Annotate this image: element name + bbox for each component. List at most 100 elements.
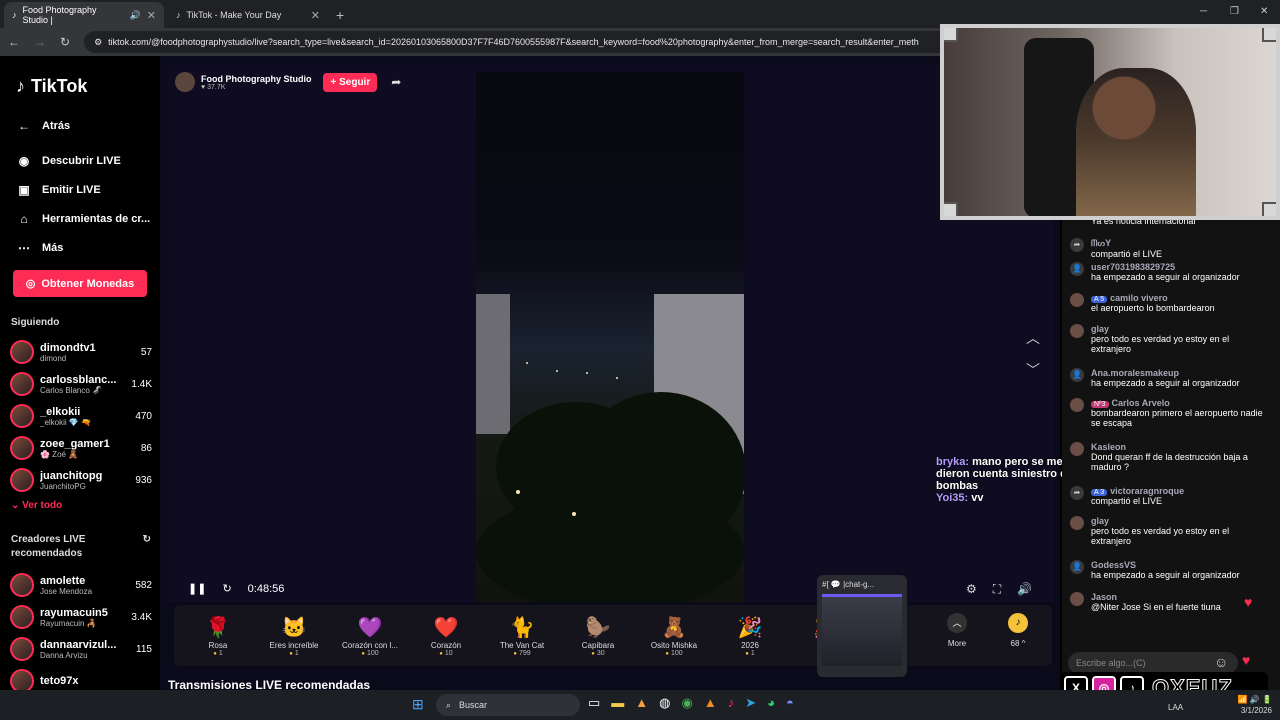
- get-coins-button[interactable]: ◎ Obtener Monedas: [13, 270, 147, 297]
- chevron-down-icon[interactable]: ﹀: [1026, 360, 1040, 380]
- tiktok-app-icon[interactable]: ♪: [728, 695, 735, 711]
- chat-message[interactable]: ➦ A 3 victoraragnroque compartió el LIVE: [1070, 486, 1266, 506]
- chat-message[interactable]: 👤 user7031983829725 ha empezado a seguir a…: [1070, 262, 1266, 282]
- gift-item[interactable]: 🎉20261: [712, 615, 788, 657]
- creator-item[interactable]: rayumacuin5 Rayumacuin 🦂 3.4K: [10, 601, 152, 633]
- nav-go-live[interactable]: ▣ Emitir LIVE: [10, 175, 152, 204]
- reload-icon[interactable]: ↻: [60, 35, 70, 49]
- chat-message[interactable]: glay pero todo es verdad yo estoy en el e…: [1070, 516, 1266, 546]
- creator-item[interactable]: _elkokii _elkokii 💎 🔫 470: [10, 400, 152, 432]
- creator-item[interactable]: dannaarvizul... Danna Arvizu 115: [10, 633, 152, 665]
- chevron-up-icon[interactable]: ︿: [1026, 328, 1040, 348]
- coin-balance[interactable]: ♪ 68 ^: [1008, 613, 1028, 648]
- follow-button[interactable]: + Seguir: [323, 72, 378, 92]
- task-view-icon[interactable]: ▭: [588, 695, 600, 711]
- creator-item[interactable]: dimondtv1 dimond 57: [10, 336, 152, 368]
- refresh-icon[interactable]: ↻: [222, 582, 231, 595]
- chat-message[interactable]: Kasleon Dond queran ff de la destrucción …: [1070, 442, 1266, 472]
- chat-message[interactable]: 👤 Ana.moralesmakeup ha empezado a seguir a…: [1070, 368, 1266, 388]
- system-tray[interactable]: 📶 🔊 🔋 3/1/2026: [1238, 694, 1272, 716]
- back-arrow-icon[interactable]: ←: [8, 35, 20, 49]
- tiktok-logo[interactable]: ♪ TikTok: [16, 76, 152, 97]
- creator-item[interactable]: carlossblanc... Carlos Blanco 🦨 1.4K: [10, 368, 152, 400]
- nav-discover-live[interactable]: ◉ Descubrir LIVE: [10, 146, 152, 175]
- recommended-title: Creadores LIVE recomendados: [11, 534, 86, 559]
- refresh-icon[interactable]: ↻: [143, 533, 151, 561]
- creator-item[interactable]: teto97x: [10, 665, 152, 690]
- app-icon[interactable]: ▲: [635, 695, 648, 711]
- gift-cost: 1: [180, 650, 256, 657]
- whatsapp-icon[interactable]: ◕: [767, 695, 775, 711]
- host-name[interactable]: Food Photography Studio: [201, 74, 311, 84]
- live-video[interactable]: [476, 72, 744, 602]
- chat-message[interactable]: glay pero todo es verdad yo estoy en el e…: [1070, 324, 1266, 354]
- chat-message[interactable]: Nº3 Carlos Arvelo bombardearon primero el …: [1070, 398, 1266, 428]
- viewer-count: 470: [135, 410, 152, 422]
- chat-user: Kasleon: [1091, 442, 1127, 452]
- emoji-icon[interactable]: ☺: [1214, 654, 1228, 670]
- coins-label: Obtener Monedas: [41, 277, 135, 290]
- nav-creator-tools[interactable]: ⌂ Herramientas de cr...: [10, 204, 152, 233]
- discord-icon[interactable]: ◓: [786, 695, 794, 711]
- settings-icon[interactable]: ⚙: [966, 582, 977, 597]
- github-icon[interactable]: ◍: [659, 695, 670, 711]
- pause-icon[interactable]: ❚❚: [188, 582, 206, 595]
- gift-cost: 799: [484, 650, 560, 657]
- gift-item[interactable]: ❤️Corazón10: [408, 615, 484, 657]
- player-controls-right: ⚙ ⛶ 🔊: [966, 582, 1032, 597]
- user-add-icon: 👤: [1070, 368, 1084, 382]
- new-tab-button[interactable]: +: [336, 2, 344, 28]
- chat-user: glay: [1091, 516, 1110, 526]
- tab-food-photography[interactable]: ♪ Food Photography Studio | 🔊 ✕: [4, 2, 164, 28]
- video-player[interactable]: Food Photography Studio ♥ 37.7K + Seguir…: [168, 64, 1194, 602]
- frame-corner: [1262, 28, 1276, 42]
- taskbar-preview[interactable]: #[ 💬 |chat-g...: [817, 575, 907, 677]
- gift-item[interactable]: 🐈The Van Cat799: [484, 615, 560, 657]
- see-all-link[interactable]: ⌄ Ver todo: [11, 500, 152, 511]
- fullscreen-icon[interactable]: ⛶: [993, 582, 1001, 597]
- user-badge: A 5: [1091, 296, 1108, 303]
- gift-item[interactable]: 🌹Rosa1: [180, 615, 256, 657]
- creator-item[interactable]: amolette Jose Mendoza 582: [10, 569, 152, 601]
- chat-message[interactable]: A 5 camilo vivero el aeropuerto lo bombard…: [1070, 293, 1266, 313]
- more-gifts-button[interactable]: ︿ More: [942, 613, 972, 648]
- chat-user: Ana.moralesmakeup: [1091, 368, 1180, 378]
- gift-item[interactable]: 🐱Eres increíble1: [256, 615, 332, 657]
- back-link[interactable]: ← Atrás: [10, 111, 152, 140]
- chat-message[interactable]: 👤 GodessVS ha empezado a seguir al organiz…: [1070, 560, 1266, 580]
- chat-message[interactable]: ➦ ᗰᔕY compartió el LIVE: [1070, 238, 1266, 259]
- chat-input[interactable]: Escribe algo...(C): [1068, 652, 1238, 674]
- gift-item[interactable]: 🦫Capibara30: [560, 615, 636, 657]
- gift-item[interactable]: 💜Corazón con l...100: [332, 615, 408, 657]
- taskbar-search[interactable]: ⌕ Buscar: [436, 694, 580, 716]
- vlc-icon[interactable]: ▲: [704, 695, 717, 711]
- telegram-icon[interactable]: ➤: [745, 695, 756, 711]
- creator-item[interactable]: zoee_gamer1 🌸 Zoé 🧸 86: [10, 432, 152, 464]
- speaker-icon[interactable]: 🔊: [130, 10, 141, 21]
- restore-icon[interactable]: ❐: [1230, 6, 1239, 17]
- tab-tiktok[interactable]: ♪ TikTok - Make Your Day ✕: [168, 2, 328, 28]
- host-info: Food Photography Studio ♥ 37.7K + Seguir…: [175, 72, 401, 92]
- close-tab-icon[interactable]: ✕: [311, 9, 320, 22]
- gift-item[interactable]: 🧸Osito Mishka100: [636, 615, 712, 657]
- language-indicator[interactable]: LAA: [1168, 703, 1183, 712]
- creator-item[interactable]: juanchitopg JuanchitoPG 936: [10, 464, 152, 496]
- viewer-count: 1.4K: [131, 378, 152, 390]
- minimize-icon[interactable]: ─: [1200, 6, 1207, 17]
- nav-more[interactable]: ⋯ Más: [10, 233, 152, 262]
- share-icon[interactable]: ➦: [391, 75, 401, 89]
- chat-user: victoraragnroque: [1110, 486, 1185, 496]
- volume-icon[interactable]: 🔊: [1017, 582, 1032, 597]
- chrome-icon[interactable]: ◉: [682, 695, 693, 711]
- gift-name: Corazón: [430, 640, 462, 650]
- site-info-icon[interactable]: ⚙: [94, 37, 102, 48]
- tab-title: Food Photography Studio |: [22, 5, 97, 25]
- like-heart-icon[interactable]: ♥: [1242, 652, 1250, 668]
- close-tab-icon[interactable]: ✕: [147, 9, 156, 22]
- forward-arrow-icon[interactable]: →: [34, 35, 46, 49]
- host-avatar[interactable]: [175, 72, 195, 92]
- folder-icon[interactable]: ▬: [611, 695, 624, 711]
- chat-message[interactable]: Jason @Niter Jose Si en el fuerte tiuna: [1070, 592, 1266, 612]
- windows-start-icon[interactable]: ⊞: [412, 696, 424, 713]
- close-window-icon[interactable]: ✕: [1260, 6, 1268, 17]
